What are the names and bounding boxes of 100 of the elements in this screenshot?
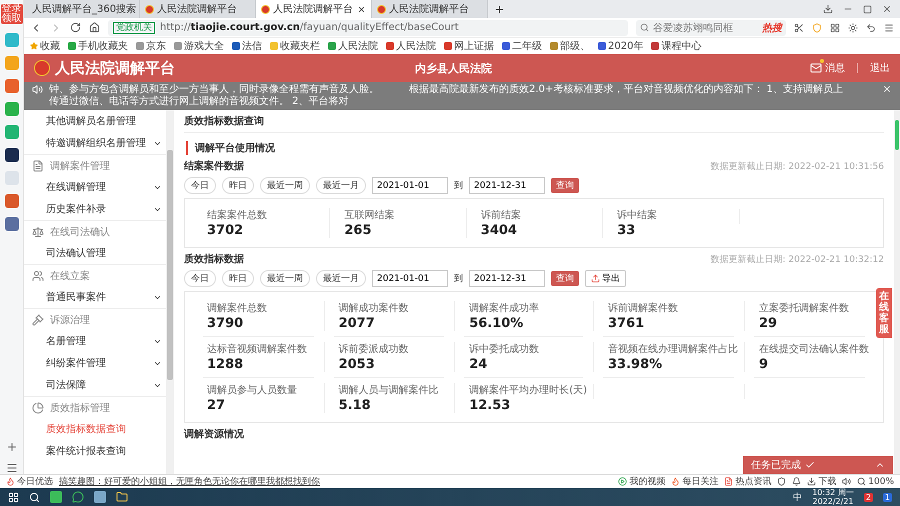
flame-icon: [6, 477, 15, 486]
start-date-field[interactable]: 2021-01-01: [372, 177, 448, 194]
range-button[interactable]: 昨日: [222, 177, 254, 194]
start-icon[interactable]: [8, 492, 19, 502]
nav-item[interactable]: 历史案件补录: [24, 198, 166, 220]
bookmark[interactable]: 游戏大全: [174, 39, 224, 53]
bookmark[interactable]: 京东: [136, 39, 166, 53]
menu-icon[interactable]: [6, 462, 18, 474]
export-button[interactable]: 导出: [585, 270, 626, 287]
range-button[interactable]: 最近一周: [260, 270, 310, 287]
stat-value: 33: [617, 223, 636, 238]
range-button[interactable]: 今日: [184, 270, 216, 287]
bookmark[interactable]: 人民法院: [328, 39, 378, 53]
range-button[interactable]: 最近一月: [316, 177, 366, 194]
search-icon[interactable]: [29, 492, 40, 502]
zoom-control[interactable]: 100%: [857, 476, 894, 486]
range-button[interactable]: 今日: [184, 177, 216, 194]
bookmark[interactable]: 网上证据: [444, 39, 494, 53]
bookmark[interactable]: 人民法院: [386, 39, 436, 53]
browser-app-icon[interactable]: [50, 491, 62, 503]
download-icon: [823, 4, 833, 14]
grid-icon: [830, 22, 840, 32]
stat-value: 2077: [338, 316, 376, 331]
download-link[interactable]: 下载: [807, 475, 836, 488]
status-link[interactable]: 热点资讯: [724, 475, 772, 488]
search-field[interactable]: 谷爱凌苏翊鸣同框 热搜: [636, 20, 786, 36]
notepad-app-icon[interactable]: [94, 491, 106, 503]
online-service-tab[interactable]: 在线客服: [876, 288, 892, 338]
ime-indicator[interactable]: 中: [793, 490, 802, 504]
nav-item[interactable]: 案件统计报表查询: [24, 440, 166, 462]
new-tab-icon: [494, 4, 505, 14]
nav-item[interactable]: 在线调解管理: [24, 176, 166, 198]
bookmark-icon: [386, 42, 394, 50]
nav-item[interactable]: 质效指标数据查询: [24, 418, 166, 440]
update-time: 数据更新截止日期: 2022-02-21 10:31:56: [710, 160, 884, 172]
status-link[interactable]: 我的视频: [618, 475, 666, 488]
add-icon[interactable]: [6, 441, 18, 453]
close-icon: [882, 4, 892, 14]
end-date-field[interactable]: 2021-12-31: [469, 270, 545, 287]
bell-icon: [792, 477, 802, 486]
folder-icon[interactable]: [116, 491, 128, 503]
status-link[interactable]: 每日关注: [671, 475, 718, 488]
stat-label: 结案案件总数: [207, 208, 268, 222]
app-icon[interactable]: [4, 148, 18, 162]
browser-tab[interactable]: 人民法院调解平台: [372, 0, 488, 18]
chat-app-icon[interactable]: [72, 491, 84, 503]
stat-value: 3761: [608, 316, 646, 331]
news-link[interactable]: 搞笑趣图：好可爱的小姐姐，无匣角色无论你在哪里我都想找到你: [59, 475, 320, 488]
bookmark[interactable]: 部级、: [550, 39, 590, 53]
notification-badge[interactable]: 2: [864, 492, 873, 502]
nav-item[interactable]: 特邀调解组织名册管理: [24, 132, 166, 154]
bookmark[interactable]: 二年级: [502, 39, 542, 53]
bookmark-icon: [232, 42, 240, 50]
logout-link[interactable]: 退出: [870, 61, 890, 75]
bookmark[interactable]: 课程中心: [651, 39, 702, 53]
people-icon: [32, 270, 44, 282]
nav-item[interactable]: 纠纷案件管理: [24, 352, 166, 374]
stat-label: 调解案件成功率: [469, 302, 540, 315]
close-icon[interactable]: [882, 84, 892, 94]
stat-label: 立案委托调解案件数: [759, 302, 850, 315]
messages-link[interactable]: 消息: [810, 61, 845, 75]
scrollbar[interactable]: [166, 110, 174, 474]
nav-item[interactable]: 名册管理: [24, 330, 166, 352]
clock[interactable]: 10:32 周一 2022/2/21: [812, 488, 854, 506]
stat-label: 调解员参与人员数量: [207, 384, 298, 397]
stat-label: 诉前结案: [480, 208, 522, 222]
bookmark[interactable]: 收藏: [30, 39, 60, 53]
query-button[interactable]: 查询: [551, 271, 579, 286]
scrollbar[interactable]: [894, 110, 900, 474]
range-button[interactable]: 最近一月: [316, 270, 366, 287]
end-date-field[interactable]: 2021-12-31: [469, 177, 545, 194]
nav-item[interactable]: 其他调解员名册管理: [24, 110, 166, 132]
notification-badge[interactable]: 1: [882, 492, 892, 502]
bookmark-icon: [270, 42, 278, 50]
emblem-icon: [145, 4, 154, 14]
nav-item[interactable]: 司法保障: [24, 374, 166, 396]
query-button[interactable]: 查询: [551, 178, 579, 193]
stat-label: 达标音视频调解案件数: [207, 342, 308, 356]
start-date-field[interactable]: 2021-01-01: [372, 270, 448, 287]
stat-label: 调解成功案件数: [338, 302, 410, 315]
page-tab[interactable]: 质效指标数据查询: [184, 110, 884, 133]
browser-tab[interactable]: 人民法院调解平台: [256, 0, 372, 18]
nav-item[interactable]: 司法确认管理: [24, 242, 166, 264]
stat-label: 诉中委托成功数: [469, 342, 540, 356]
document-icon: [32, 160, 44, 172]
bookmark[interactable]: 收藏夹栏: [270, 39, 320, 53]
range-button[interactable]: 最近一周: [260, 177, 310, 194]
nav-item[interactable]: 普通民事案件: [24, 286, 166, 308]
address-field[interactable]: 党政机关 http://tiaojie.court.gov.cn/fayuan/qualityEffect/baseCourt: [108, 20, 628, 36]
bookmark-icon: [502, 42, 510, 50]
range-button[interactable]: 昨日: [222, 270, 254, 287]
bookmark[interactable]: 法信: [232, 39, 262, 53]
bookmark[interactable]: 2020年: [598, 39, 644, 53]
browser-tab[interactable]: 人民调解平台_360搜索: [24, 0, 140, 18]
task-banner[interactable]: 任务已完成: [743, 456, 893, 474]
login-badge[interactable]: 登录领取: [0, 4, 22, 24]
promo-link[interactable]: 今日优选: [6, 475, 53, 488]
scissors-icon: [794, 22, 804, 32]
bookmark[interactable]: 手机收藏夹: [68, 39, 128, 53]
browser-tab[interactable]: 人民法院调解平台: [140, 0, 256, 18]
